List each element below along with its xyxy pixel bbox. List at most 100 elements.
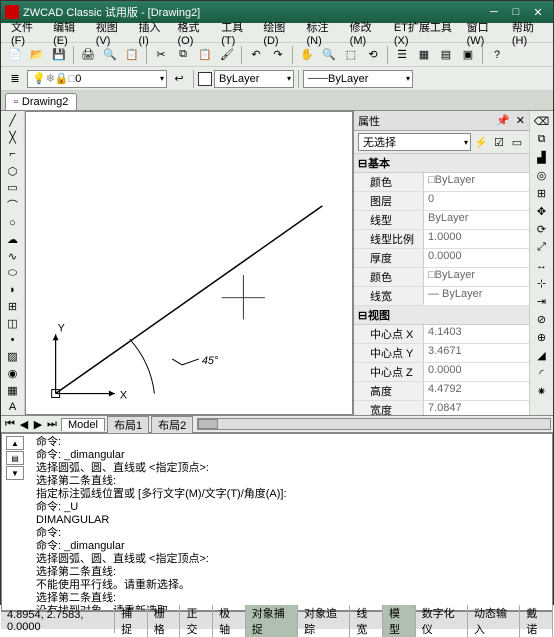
break-icon[interactable]: ⊘ (532, 311, 552, 328)
status-toggle[interactable]: 戴诺 (520, 605, 553, 637)
status-toggle[interactable]: 正交 (180, 605, 213, 637)
command-log[interactable]: ▲ ▤ ▼ 命令: 命令: _dimangular 选择圆弧、圆、直线或 <指定… (1, 433, 553, 611)
tab-last-icon[interactable]: ⏭ (45, 418, 59, 431)
help-icon[interactable]: ? (487, 45, 507, 65)
layout-tab-model[interactable]: Model (61, 418, 105, 431)
pickadd-icon[interactable]: ☑ (491, 134, 507, 150)
xline-icon[interactable]: ╳ (3, 130, 23, 146)
prop-row[interactable]: 中心点 X4.1403 (354, 325, 529, 344)
prop-row[interactable]: 线宽— ByLayer (354, 287, 529, 306)
zoom-window-icon[interactable]: ⬚ (341, 45, 361, 65)
prop-row[interactable]: 线型比例1.0000 (354, 230, 529, 249)
layout-tab-1[interactable]: 布局1 (107, 416, 149, 433)
explode-icon[interactable]: ✷ (532, 383, 552, 400)
insert-icon[interactable]: ⊞ (3, 299, 23, 315)
preview-icon[interactable]: 🔍 (100, 45, 120, 65)
publish-icon[interactable]: 📋 (122, 45, 142, 65)
status-toggle[interactable]: 捕捉 (115, 605, 148, 637)
status-toggle[interactable]: 数字化仪 (416, 605, 468, 637)
cut-icon[interactable]: ✂ (151, 45, 171, 65)
quickselect-icon[interactable]: ⚡ (473, 134, 489, 150)
layer-manager-icon[interactable]: ≣ (5, 69, 25, 89)
copy-obj-icon[interactable]: ⧉ (532, 131, 552, 148)
status-toggle[interactable]: 对象追踪 (298, 605, 350, 637)
print-icon[interactable]: 🖨 (78, 45, 98, 65)
layer-dropdown[interactable]: 💡❄🔒□ 0 (27, 70, 167, 88)
tab-next-icon[interactable]: ▶ (31, 418, 45, 431)
offset-icon[interactable]: ◎ (532, 167, 552, 184)
drawing-canvas[interactable]: X Y 45° (25, 111, 353, 415)
move-icon[interactable]: ✥ (532, 203, 552, 220)
tab-prev-icon[interactable]: ◀ (17, 418, 31, 431)
menu-item[interactable]: 帮助(H) (506, 17, 549, 49)
rectangle-icon[interactable]: ▭ (3, 180, 23, 196)
status-toggle[interactable]: 模型 (383, 605, 416, 637)
rotate-icon[interactable]: ⟳ (532, 221, 552, 238)
erase-icon[interactable]: ⌫ (532, 113, 552, 130)
prop-row[interactable]: 颜色□ByLayer (354, 173, 529, 192)
ellipse-icon[interactable]: ⬭ (3, 265, 23, 281)
block-icon[interactable]: ◫ (3, 315, 23, 331)
array-icon[interactable]: ⊞ (532, 185, 552, 202)
chamfer-icon[interactable]: ◢ (532, 347, 552, 364)
properties-icon[interactable]: ☰ (392, 45, 412, 65)
trim-icon[interactable]: ⊹ (532, 275, 552, 292)
status-toggle[interactable]: 动态输入 (468, 605, 520, 637)
status-toggle[interactable]: 极轴 (213, 605, 246, 637)
status-toggle[interactable]: 栅格 (148, 605, 181, 637)
hscrollbar[interactable] (197, 418, 551, 430)
selectobj-icon[interactable]: ▭ (509, 134, 525, 150)
join-icon[interactable]: ⊕ (532, 329, 552, 346)
cmdlog-up-icon[interactable]: ▲ (6, 436, 24, 450)
layer-prev-icon[interactable]: ↩ (169, 69, 189, 89)
color-picker[interactable] (198, 72, 212, 86)
prop-row[interactable]: 厚度0.0000 (354, 249, 529, 268)
copy-icon[interactable]: ⧉ (173, 45, 193, 65)
toolpalette-icon[interactable]: ▤ (436, 45, 456, 65)
region-icon[interactable]: ◉ (3, 366, 23, 382)
selection-dropdown[interactable]: 无选择 (358, 133, 471, 151)
doc-tab[interactable]: ▫ Drawing2 (5, 93, 77, 110)
text-icon[interactable]: A (3, 399, 23, 415)
hatch-icon[interactable]: ▨ (3, 349, 23, 365)
prop-row[interactable]: 中心点 Z0.0000 (354, 363, 529, 382)
prop-row[interactable]: 颜色□ByLayer (354, 268, 529, 287)
designcenter-icon[interactable]: ▦ (414, 45, 434, 65)
spline-icon[interactable]: ∿ (3, 248, 23, 264)
stretch-icon[interactable]: ↔ (532, 257, 552, 274)
table-icon[interactable]: ▦ (3, 382, 23, 398)
pin-icon[interactable]: 📌 (496, 114, 510, 127)
prop-row[interactable]: 高度4.4792 (354, 382, 529, 401)
layout-tab-2[interactable]: 布局2 (151, 416, 193, 433)
undo-icon[interactable]: ↶ (246, 45, 266, 65)
tab-first-icon[interactable]: ⏮ (3, 418, 17, 431)
polygon-icon[interactable]: ⬡ (3, 163, 23, 179)
status-toggle[interactable]: 线宽 (350, 605, 383, 637)
point-icon[interactable]: • (3, 332, 23, 348)
match-icon[interactable]: 🖌 (217, 45, 237, 65)
prop-row[interactable]: 图层0 (354, 192, 529, 211)
paste-icon[interactable]: 📋 (195, 45, 215, 65)
circle-icon[interactable]: ○ (3, 215, 23, 231)
polyline-icon[interactable]: ⌐ (3, 147, 23, 163)
save-icon[interactable]: 💾 (49, 45, 69, 65)
open-icon[interactable]: 📂 (27, 45, 47, 65)
linetype-dropdown[interactable]: —— ByLayer (303, 70, 413, 88)
mirror-icon[interactable]: ▟ (532, 149, 552, 166)
arc-icon[interactable]: ⌒ (3, 197, 23, 214)
command-text[interactable]: 命令: 命令: _dimangular 选择圆弧、圆、直线或 <指定顶点>: 选… (36, 436, 548, 608)
zoom-icon[interactable]: 🔍 (319, 45, 339, 65)
ellipsearc-icon[interactable]: ◗ (3, 282, 23, 298)
status-toggle[interactable]: 对象捕捉 (246, 605, 298, 637)
cmdlog-expand-icon[interactable]: ▤ (6, 451, 24, 465)
prop-row[interactable]: 线型ByLayer (354, 211, 529, 230)
scale-icon[interactable]: ⤢ (532, 239, 552, 256)
prop-group[interactable]: ⊟视图 (354, 306, 529, 325)
close-panel-icon[interactable]: ✕ (516, 114, 525, 127)
prop-row[interactable]: 宽度7.0847 (354, 401, 529, 415)
cmdlog-down-icon[interactable]: ▼ (6, 466, 24, 480)
extend-icon[interactable]: ⇥ (532, 293, 552, 310)
new-icon[interactable]: 📄 (5, 45, 25, 65)
revcloud-icon[interactable]: ☁ (3, 232, 23, 248)
prop-group[interactable]: ⊟基本 (354, 154, 529, 173)
